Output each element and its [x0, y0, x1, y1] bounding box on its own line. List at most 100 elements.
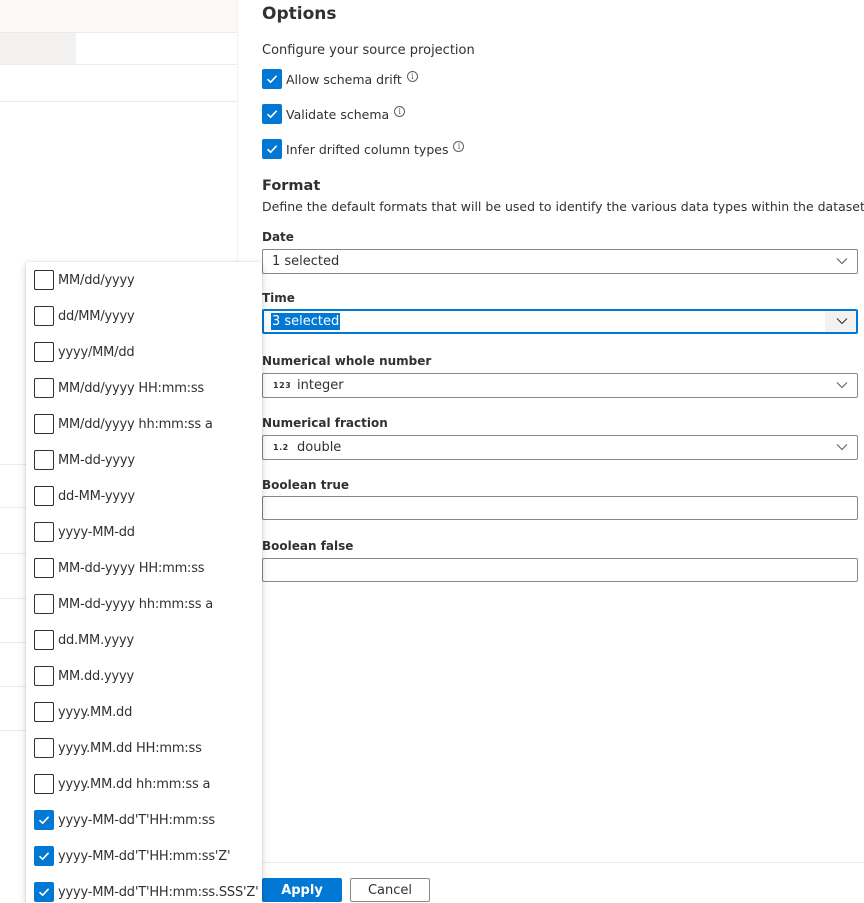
time-format-option[interactable]: yyyy.MM.dd hh:mm:ss a: [34, 766, 210, 802]
time-format-label: MM-dd-yyyy HH:mm:ss: [58, 560, 205, 576]
boolean-true-label: Boolean true: [262, 478, 350, 492]
time-format-label: yyyy.MM.dd HH:mm:ss: [58, 740, 202, 756]
date-dropdown[interactable]: 1 selected: [262, 249, 858, 274]
time-format-checkbox[interactable]: [34, 558, 54, 578]
info-icon[interactable]: i: [453, 140, 465, 152]
time-format-checkbox[interactable]: [34, 342, 54, 362]
time-format-label: MM-dd-yyyy: [58, 452, 135, 468]
time-format-option[interactable]: MM-dd-yyyy: [34, 442, 135, 478]
time-format-checkbox[interactable]: [34, 846, 54, 866]
time-dropdown-value: 3 selected: [271, 313, 341, 330]
time-format-checkbox[interactable]: [34, 702, 54, 722]
time-format-checkbox[interactable]: [34, 414, 54, 434]
time-format-label: yyyy.MM.dd hh:mm:ss a: [58, 776, 211, 792]
format-title: Format: [262, 178, 321, 194]
boolean-false-label: Boolean false: [262, 539, 354, 553]
time-format-checkbox[interactable]: [34, 774, 54, 794]
date-dropdown-value: 1 selected: [272, 254, 340, 269]
time-format-checkbox[interactable]: [34, 594, 54, 614]
background-header: [0, 0, 238, 33]
info-icon[interactable]: i: [406, 70, 418, 82]
integer-type-icon: 123: [273, 381, 292, 390]
time-format-label: MM/dd/yyyy: [58, 272, 135, 288]
time-format-label: yyyy.MM.dd: [58, 704, 133, 720]
time-format-option[interactable]: dd/MM/yyyy: [34, 298, 135, 334]
chevron-down-icon: [836, 444, 848, 451]
time-format-option[interactable]: dd.MM.yyyy: [34, 622, 134, 658]
time-format-checkbox[interactable]: [34, 270, 54, 290]
time-format-label: MM/dd/yyyy hh:mm:ss a: [58, 416, 213, 432]
time-format-option[interactable]: yyyy-MM-dd'T'HH:mm:ss: [34, 802, 215, 838]
background-divider: [0, 64, 238, 65]
numerical-whole-number-value: integer: [297, 378, 344, 393]
apply-button[interactable]: Apply: [262, 878, 342, 902]
time-format-label: yyyy-MM-dd: [58, 524, 135, 540]
background-divider: [0, 32, 238, 33]
options-title: Options: [262, 4, 337, 24]
time-format-checkbox[interactable]: [34, 306, 54, 326]
time-format-label: yyyy/MM/dd: [58, 344, 135, 360]
numerical-fraction-label: Numerical fraction: [262, 416, 388, 430]
time-format-checkbox[interactable]: [34, 450, 54, 470]
checkmark-icon: [38, 816, 50, 825]
time-format-checkbox[interactable]: [34, 666, 54, 686]
chevron-down-icon: [836, 318, 848, 325]
boolean-false-input[interactable]: [262, 558, 858, 582]
time-format-label: yyyy-MM-dd'T'HH:mm:ss'Z': [58, 848, 231, 864]
checkmark-icon: [266, 110, 278, 119]
time-format-option[interactable]: MM-dd-yyyy hh:mm:ss a: [34, 586, 213, 622]
background-divider: [0, 101, 238, 102]
infer-drifted-column-types-option[interactable]: Infer drifted column types i: [262, 139, 465, 159]
time-format-dropdown-list: MM/dd/yyyy dd/MM/yyyy yyyy/MM/dd MM/dd/yyyy…: [26, 262, 262, 903]
time-format-label: MM-dd-yyyy hh:mm:ss a: [58, 596, 214, 612]
time-format-option[interactable]: MM-dd-yyyy HH:mm:ss: [34, 550, 205, 586]
time-format-option[interactable]: dd-MM-yyyy: [34, 478, 135, 514]
validate-schema-checkbox[interactable]: [262, 104, 282, 124]
chevron-down-icon: [836, 382, 848, 389]
cancel-button[interactable]: Cancel: [350, 878, 430, 902]
time-format-label: dd.MM.yyyy: [58, 632, 134, 648]
checkmark-icon: [266, 145, 278, 154]
time-format-checkbox[interactable]: [34, 522, 54, 542]
time-format-label: MM.dd.yyyy: [58, 668, 134, 684]
footer-divider: [262, 862, 864, 863]
time-format-checkbox[interactable]: [34, 882, 54, 902]
time-format-checkbox[interactable]: [34, 738, 54, 758]
time-label: Time: [262, 291, 295, 305]
infer-drifted-column-types-checkbox[interactable]: [262, 139, 282, 159]
time-format-checkbox[interactable]: [34, 378, 54, 398]
numerical-whole-number-dropdown[interactable]: 123 integer: [262, 373, 858, 398]
numerical-whole-number-label: Numerical whole number: [262, 354, 432, 368]
validate-schema-label: Validate schema: [286, 106, 390, 122]
format-description: Define the default formats that will be …: [262, 199, 864, 214]
time-format-label: dd-MM-yyyy: [58, 488, 135, 504]
background-selected-row: [0, 33, 76, 64]
info-icon[interactable]: i: [394, 105, 406, 117]
time-format-option[interactable]: yyyy-MM-dd'T'HH:mm:ss'Z': [34, 838, 231, 874]
time-format-option[interactable]: MM/dd/yyyy HH:mm:ss: [34, 370, 204, 406]
allow-schema-drift-option[interactable]: Allow schema drift i: [262, 69, 418, 89]
options-subtitle: Configure your source projection: [262, 43, 475, 58]
time-format-label: dd/MM/yyyy: [58, 308, 135, 324]
time-format-checkbox[interactable]: [34, 630, 54, 650]
time-format-option[interactable]: MM/dd/yyyy hh:mm:ss a: [34, 406, 213, 442]
time-format-label: MM/dd/yyyy HH:mm:ss: [58, 380, 204, 396]
boolean-true-input[interactable]: [262, 496, 858, 520]
time-format-option[interactable]: yyyy/MM/dd: [34, 334, 135, 370]
numerical-fraction-dropdown[interactable]: 1.2 double: [262, 435, 858, 460]
checkmark-icon: [38, 888, 50, 897]
validate-schema-option[interactable]: Validate schema i: [262, 104, 406, 124]
time-format-checkbox[interactable]: [34, 486, 54, 506]
allow-schema-drift-checkbox[interactable]: [262, 69, 282, 89]
time-format-option[interactable]: yyyy-MM-dd'T'HH:mm:ss.SSS'Z': [34, 874, 259, 903]
time-format-option[interactable]: yyyy.MM.dd HH:mm:ss: [34, 730, 202, 766]
time-format-option[interactable]: yyyy-MM-dd: [34, 514, 135, 550]
time-format-option[interactable]: MM/dd/yyyy: [34, 262, 135, 298]
time-format-option[interactable]: MM.dd.yyyy: [34, 658, 134, 694]
time-format-option[interactable]: yyyy.MM.dd: [34, 694, 132, 730]
numerical-fraction-value: double: [297, 440, 342, 455]
time-dropdown[interactable]: 3 selected: [262, 309, 858, 334]
decimal-type-icon: 1.2: [273, 443, 289, 452]
chevron-down-icon: [836, 258, 848, 265]
time-format-checkbox[interactable]: [34, 810, 54, 830]
